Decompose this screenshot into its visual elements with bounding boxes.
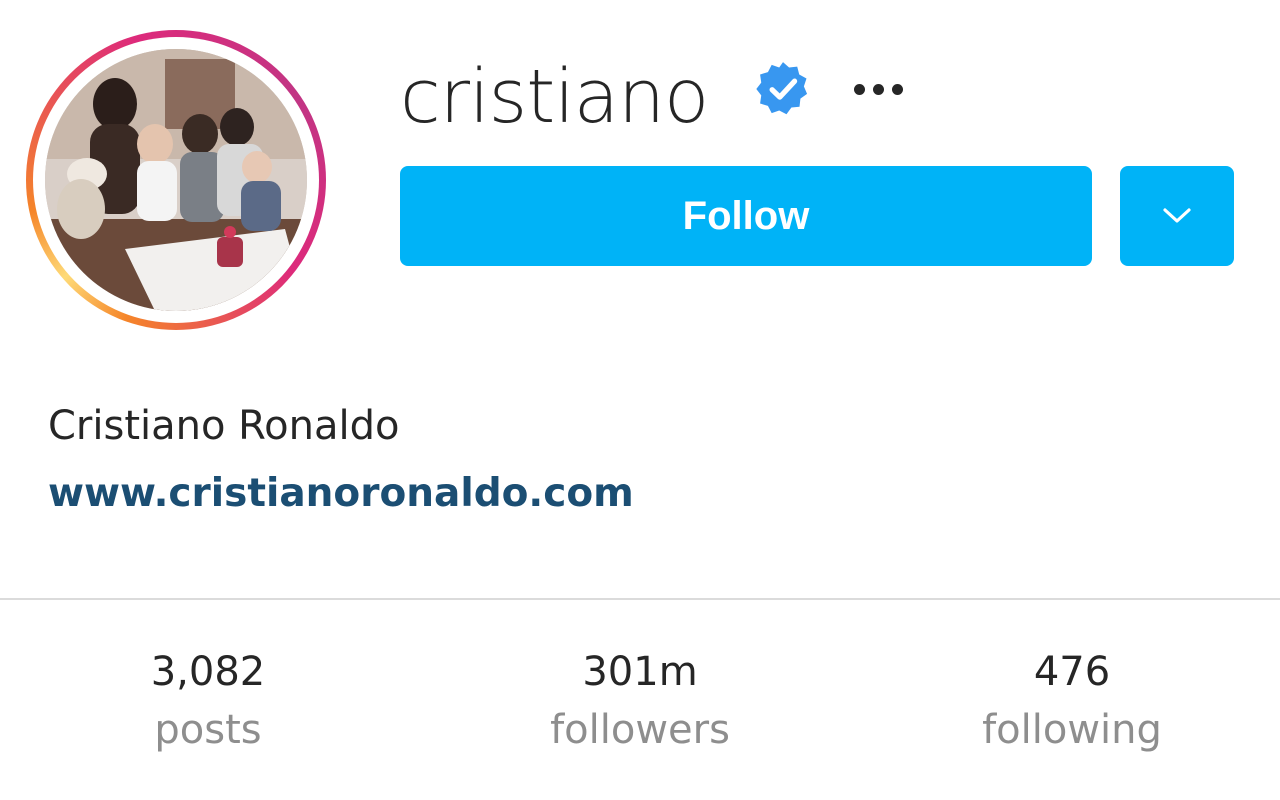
more-options-button[interactable] <box>840 64 916 114</box>
stat-posts[interactable]: 3,082 posts <box>48 644 368 760</box>
chevron-down-icon <box>1163 208 1191 223</box>
verified-badge-icon <box>756 62 808 115</box>
stat-value: 476 <box>1033 649 1111 695</box>
profile-avatar[interactable] <box>26 30 326 330</box>
username: cristiano <box>400 54 709 140</box>
stat-value: 301m <box>582 649 698 695</box>
stat-label: followers <box>550 707 730 753</box>
full-name: Cristiano Ronaldo <box>48 403 400 449</box>
stat-followers[interactable]: 301m followers <box>480 644 800 760</box>
stat-following[interactable]: 476 following <box>912 644 1232 760</box>
stat-value: 3,082 <box>150 649 266 695</box>
stat-label: posts <box>154 707 262 753</box>
stat-label: following <box>982 707 1162 753</box>
avatar-photo <box>45 49 307 311</box>
follow-button[interactable]: Follow <box>400 166 1092 266</box>
profile-header: cristiano Follow Cristiano Ronaldo www.c… <box>0 0 1280 800</box>
divider <box>0 598 1280 600</box>
follow-button-label: Follow <box>682 193 810 238</box>
ellipsis-icon <box>872 83 884 95</box>
ellipsis-icon <box>853 83 865 95</box>
suggested-accounts-dropdown-button[interactable] <box>1120 166 1234 266</box>
ellipsis-icon <box>891 83 903 95</box>
website-link[interactable]: www.cristianoronaldo.com <box>48 468 634 520</box>
